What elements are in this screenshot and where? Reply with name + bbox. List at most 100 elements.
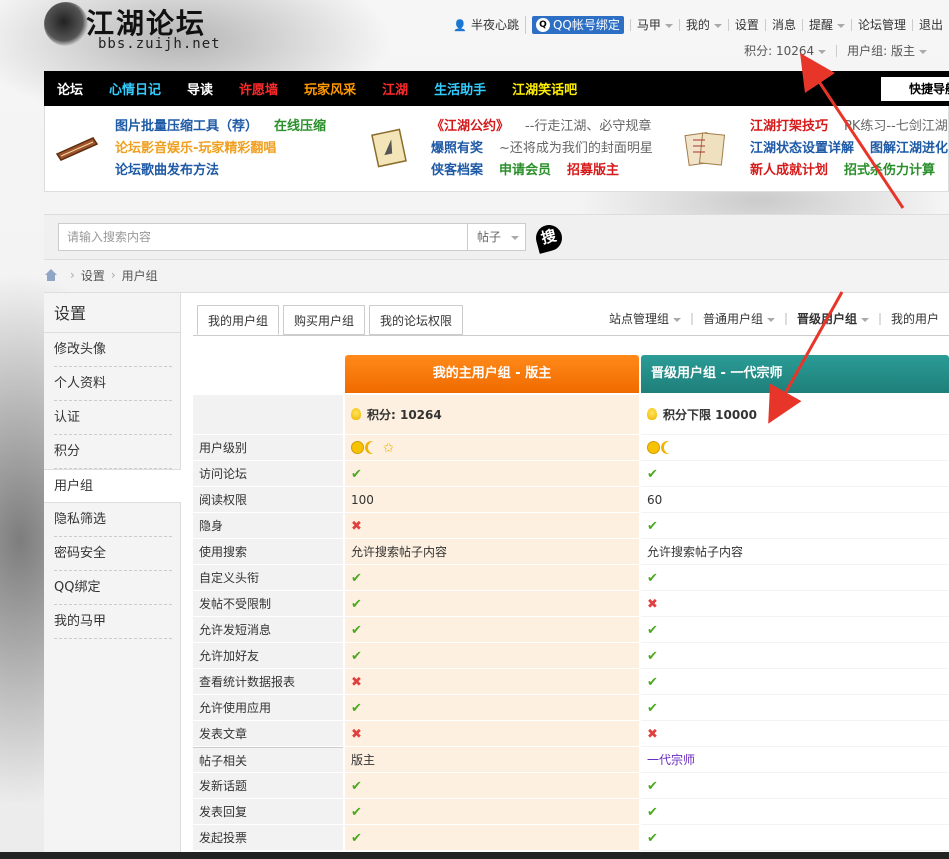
breadcrumb-settings[interactable]: 设置 [81, 267, 105, 284]
sidebar-item[interactable]: 个人资料 [54, 367, 172, 401]
nav-item[interactable]: 心情日记 [96, 79, 174, 98]
menu-settings[interactable]: 设置 [727, 19, 765, 31]
ink-brush-icon [44, 2, 88, 46]
sidebar-item[interactable]: 认证 [54, 401, 172, 435]
tab-my-forum-permissions[interactable]: 我的论坛权限 [369, 305, 464, 335]
tab-my-usergroup[interactable]: 我的用户组 [197, 305, 280, 335]
group-menu[interactable]: 用户组: 版主 [836, 45, 937, 57]
nav-item[interactable]: 玩家风采 [291, 79, 369, 98]
tab-buy-usergroup[interactable]: 购买用户组 [283, 305, 366, 335]
promotion-group-cell: ✖ [641, 721, 949, 747]
row-label: 允许发短消息 [193, 617, 343, 643]
sidebar-item[interactable]: 修改头像 [54, 333, 172, 367]
promo-link[interactable]: ~还将成为我们的封面明星 [499, 141, 653, 156]
breadcrumb-usergroup[interactable]: 用户组 [122, 267, 158, 284]
book-stack-icon [684, 132, 726, 166]
menu-majia[interactable]: 马甲 [629, 19, 679, 31]
promo-link[interactable]: 《江湖公约》 [431, 119, 509, 134]
sidebar-item[interactable]: 密码安全 [54, 537, 172, 571]
score-text: 积分: 10264 [367, 408, 442, 422]
main-group-header: 我的主用户组 - 版主 [345, 355, 639, 393]
user-bar: 👤 半夜心跳 Q QQ帐号绑定 马甲 我的 设置 消息 提醒 论坛管理 退出 [447, 14, 949, 36]
main-group-cell: ✖ [345, 513, 639, 539]
check-icon: ✔ [351, 571, 362, 586]
nav-item[interactable]: 生活助手 [421, 79, 499, 98]
nav-item[interactable]: 江湖 [369, 79, 421, 98]
promo-link[interactable]: 图片批量压缩工具（荐） [115, 119, 258, 134]
search-button[interactable]: 搜 [533, 222, 565, 254]
menu-reminders[interactable]: 提醒 [801, 19, 851, 31]
promo-row: 新人成就计划 招式杀伤力计算 [750, 160, 949, 182]
main-group-column: 积分: 10264 ✩ ✔ 100 ✖ 允许搜索帖子内容 ✔ ✔ ✔ ✔ ✖ ✔ ✖ 版主 ✔ ✔ ✔ [345, 395, 639, 851]
main-group-cell: ✔ [345, 617, 639, 643]
nav-item[interactable]: 导读 [174, 79, 226, 98]
score-menu[interactable]: 积分: 10264 [734, 45, 836, 57]
score-bar: 积分: 10264 用户组: 版主 [734, 45, 937, 57]
promo-row: 论坛歌曲发布方法 [115, 160, 342, 182]
search-input[interactable]: 请输入搜索内容 [58, 223, 468, 251]
menu-messages[interactable]: 消息 [764, 19, 802, 31]
row-label: 用户级别 [193, 435, 343, 461]
check-icon: ✔ [647, 831, 658, 846]
row-label: 允许加好友 [193, 643, 343, 669]
subtab-my-user[interactable]: 我的用户 [878, 313, 949, 325]
row-label: 隐身 [193, 513, 343, 539]
home-icon[interactable] [44, 269, 58, 281]
nav-item[interactable]: 论坛 [44, 79, 96, 98]
breadcrumb: › 设置 › 用户组 [44, 266, 158, 284]
check-icon: ✔ [647, 675, 658, 690]
sidebar-item[interactable]: 我的马甲 [54, 605, 172, 639]
nav-item[interactable]: 江湖笑话吧 [499, 79, 590, 98]
promotion-group-header: 晋级用户组 - 一代宗师 [641, 355, 949, 393]
promo-link[interactable]: 招募版主 [567, 163, 619, 178]
cross-icon: ✖ [351, 519, 362, 534]
username-link[interactable]: 👤 半夜心跳 [447, 19, 525, 32]
main-group-cell: ✔ [345, 773, 639, 799]
promo-link[interactable]: 侠客档案 [431, 163, 483, 178]
sidebar-item[interactable]: 积分 [54, 435, 172, 469]
nav-item[interactable]: 许愿墙 [226, 79, 291, 98]
sidebar-item[interactable]: 用户组 [44, 469, 181, 503]
sidebar-item[interactable]: 隐私筛选 [54, 503, 172, 537]
promo-link[interactable]: --行走江湖、必守规章 [525, 119, 651, 134]
menu-forum-admin[interactable]: 论坛管理 [850, 19, 912, 31]
main-group-cell: ✔ [345, 643, 639, 669]
menu-mine[interactable]: 我的 [678, 19, 728, 31]
promo-link[interactable]: 论坛影音娱乐-玩家精彩翻唱 [115, 141, 276, 156]
check-icon: ✔ [647, 467, 658, 482]
subtab-promotion[interactable]: 晋级用户组 [784, 313, 879, 325]
lightbulb-icon [351, 408, 361, 420]
promo-link[interactable]: 江湖状态设置详解 [750, 141, 854, 156]
promo-link[interactable]: 申请会员 [499, 163, 551, 178]
site-logo[interactable]: 江湖论坛 bbs.zuijh.net [44, 0, 254, 56]
subtab-site-admin[interactable]: 站点管理组 [599, 313, 691, 325]
promo-col-3: 江湖打架技巧 PK练习--七剑江湖江湖状态设置详解 图解江湖进化新人成就计划 招式杀伤… [750, 116, 949, 182]
quick-nav-button[interactable]: 快捷导航 [881, 77, 949, 101]
promo-link[interactable]: 图解江湖进化 [870, 141, 948, 156]
sidebar-item[interactable]: QQ绑定 [54, 571, 172, 605]
main-group-cell: ✖ [345, 669, 639, 695]
menu-logout[interactable]: 退出 [911, 19, 949, 31]
row-label: 发帖不受限制 [193, 591, 343, 617]
promo-link[interactable]: 江湖打架技巧 [750, 119, 828, 134]
usergroup-tabs: 我的用户组 购买用户组 我的论坛权限 [197, 305, 467, 335]
scroll-icon [371, 128, 407, 168]
caret-down-icon [860, 317, 869, 322]
promo-link[interactable]: 爆照有奖 [431, 141, 483, 156]
page: 江湖论坛 bbs.zuijh.net 👤 半夜心跳 Q QQ帐号绑定 马甲 我的 设… [44, 0, 949, 859]
promo-row: 图片批量压缩工具（荐） 在线压缩 [115, 116, 342, 138]
qq-bind-link[interactable]: Q QQ帐号绑定 [524, 16, 630, 34]
search-type-select[interactable]: 帖子 [468, 223, 526, 251]
check-icon: ✔ [647, 623, 658, 638]
promotion-group-cell: ✔ [641, 513, 949, 539]
score-cell: 积分下限 10000 [641, 395, 949, 435]
promo-link[interactable]: 招式杀伤力计算 [844, 163, 935, 178]
promo-link[interactable]: PK练习--七剑江湖 [844, 119, 948, 134]
cross-icon: ✖ [647, 727, 658, 742]
main-group-cell: ✔ [345, 695, 639, 721]
subtab-normal[interactable]: 普通用户组 [690, 313, 785, 325]
promo-link[interactable]: 新人成就计划 [750, 163, 828, 178]
promo-link[interactable]: 在线压缩 [274, 119, 326, 134]
promo-link[interactable]: 论坛歌曲发布方法 [115, 163, 219, 178]
promotion-group-cell [641, 435, 949, 461]
